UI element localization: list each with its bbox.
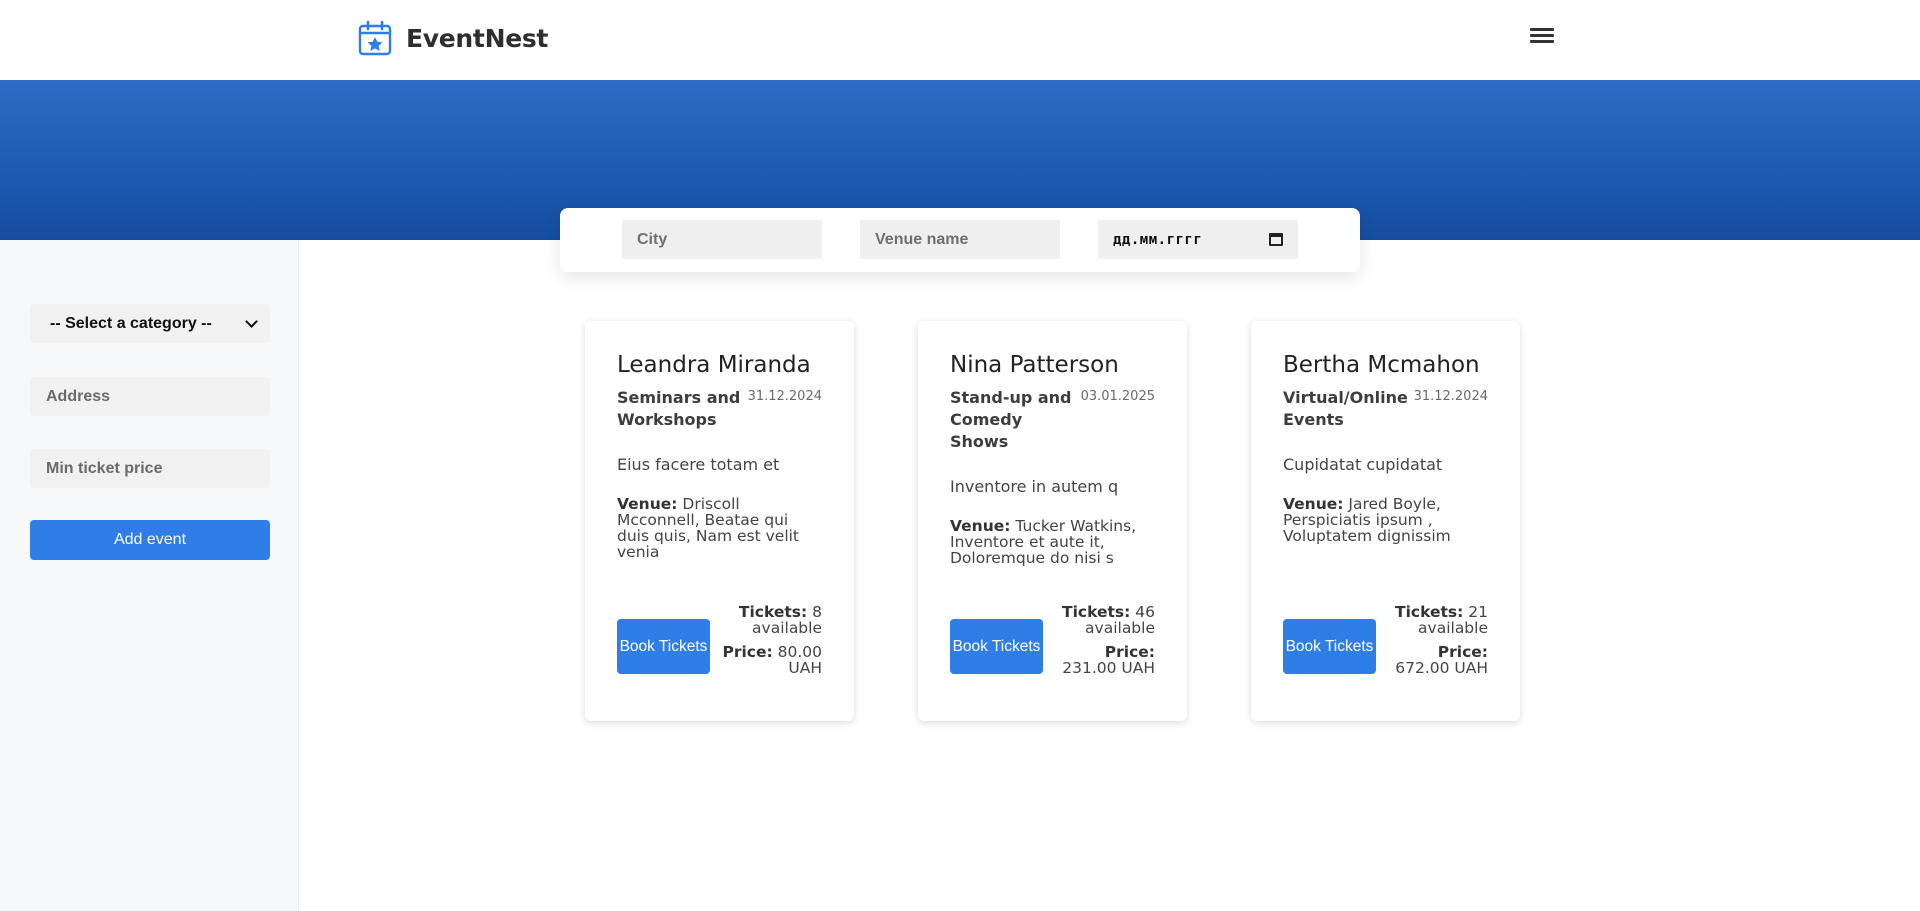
ticket-price: 80.00 UAH <box>777 643 822 677</box>
date-input-placeholder: дд.мм.гггг <box>1113 231 1203 248</box>
chevron-down-icon <box>245 315 258 328</box>
ticket-price: 231.00 UAH <box>1062 659 1155 677</box>
event-category: Stand-up and Comedy Shows <box>950 388 1072 451</box>
event-description: Cupidatat cupidatat <box>1283 455 1443 474</box>
book-tickets-button[interactable]: Book Tickets <box>617 619 710 674</box>
event-description: Inventore in autem q <box>950 477 1119 496</box>
ticket-price: 672.00 UAH <box>1395 659 1488 677</box>
address-input[interactable] <box>30 377 270 416</box>
hamburger-menu-icon[interactable] <box>1530 28 1554 50</box>
event-venue: Venue: Tucker Watkins, Inventore et aute… <box>950 518 1155 566</box>
event-date: 31.12.2024 <box>747 389 822 404</box>
event-name: Bertha Mcmahon <box>1283 352 1480 378</box>
ticket-meta: Tickets: 46 available Price: 231.00 UAH <box>1055 604 1155 684</box>
event-name: Leandra Miranda <box>617 352 811 378</box>
price-label: Price: <box>722 643 773 661</box>
event-card: Bertha Mcmahon Virtual/Online Events 31.… <box>1251 321 1520 721</box>
event-description: Eius facere totam et <box>617 455 780 474</box>
event-card: Leandra Miranda Seminars and Workshops 3… <box>585 321 854 721</box>
event-date: 03.01.2025 <box>1080 389 1155 404</box>
category-select-value: -- Select a category -- <box>50 314 212 332</box>
date-input[interactable]: дд.мм.гггг <box>1098 220 1298 259</box>
venue-search-input[interactable] <box>860 220 1060 259</box>
book-tickets-button[interactable]: Book Tickets <box>1283 619 1376 674</box>
event-venue: Venue: Jared Boyle, Perspiciatis ipsum ,… <box>1283 496 1488 544</box>
event-venue: Venue: Driscoll Mcconnell, Beatae qui du… <box>617 496 822 560</box>
min-ticket-price-input[interactable] <box>30 449 270 488</box>
top-navbar: EventNest <box>0 0 1920 80</box>
brand-name: EventNest <box>406 23 549 53</box>
event-category: Seminars and Workshops <box>617 388 741 429</box>
calendar-star-icon <box>358 20 392 56</box>
event-card: Nina Patterson Stand-up and Comedy Shows… <box>918 321 1187 721</box>
event-category: Virtual/Online Events <box>1283 388 1408 429</box>
event-name: Nina Patterson <box>950 352 1119 378</box>
event-date: 31.12.2024 <box>1413 389 1488 404</box>
calendar-icon[interactable] <box>1269 233 1283 246</box>
add-event-button[interactable]: Add event <box>30 520 270 560</box>
ticket-meta: Tickets: 21 available Price: 672.00 UAH <box>1388 604 1488 684</box>
book-tickets-button[interactable]: Book Tickets <box>950 619 1043 674</box>
ticket-meta: Tickets: 8 available Price: 80.00 UAH <box>722 604 822 684</box>
search-bar: дд.мм.гггг <box>560 208 1360 272</box>
city-search-input[interactable] <box>622 220 822 259</box>
category-select[interactable]: -- Select a category -- <box>30 304 270 343</box>
brand[interactable]: EventNest <box>358 20 548 56</box>
filter-sidebar: -- Select a category -- Add event <box>0 240 299 911</box>
